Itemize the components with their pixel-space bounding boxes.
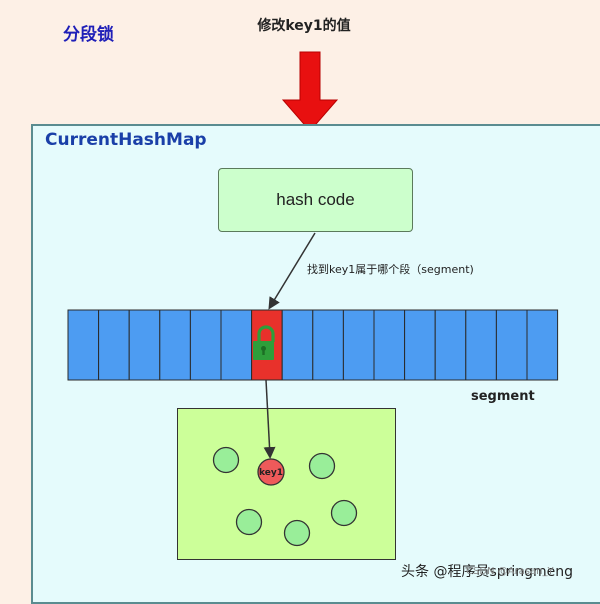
nodes-layer: key1 bbox=[212, 379, 358, 547]
segment-to-key-arrow bbox=[263, 379, 276, 459]
watermark-csdn: CSDN @Arasan_Y bbox=[466, 566, 554, 577]
node bbox=[235, 508, 263, 536]
node bbox=[283, 519, 311, 547]
node bbox=[212, 446, 240, 474]
node bbox=[308, 452, 336, 480]
key1-label: key1 bbox=[259, 468, 283, 478]
node bbox=[330, 499, 358, 527]
